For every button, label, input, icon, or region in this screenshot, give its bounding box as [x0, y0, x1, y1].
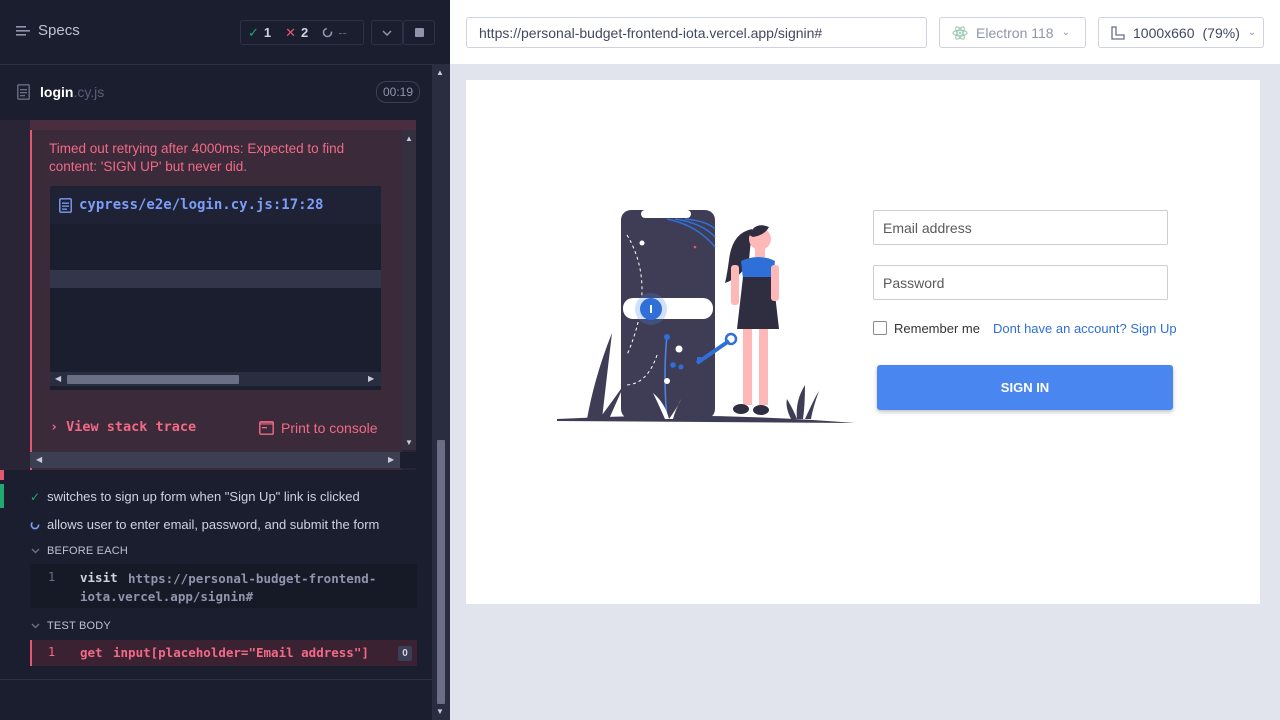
- view-stack-trace-button[interactable]: › View stack trace: [50, 419, 196, 435]
- viewport-zoom: (79%): [1202, 24, 1240, 41]
- spec-file-row[interactable]: login.cy.js 00:19: [0, 66, 432, 120]
- stat-passed: ✓ 1: [241, 25, 278, 41]
- reporter-header: Specs ✓ 1 ✕ 2 --: [0, 0, 435, 65]
- electron-icon: [952, 25, 968, 40]
- code-frame: cypress/e2e/login.cy.js:17:28 15 | it('d…: [50, 186, 381, 390]
- failed-count: 2: [301, 25, 309, 40]
- remember-me-label: Remember me: [894, 321, 980, 336]
- scroll-up-icon[interactable]: ▲: [436, 68, 444, 77]
- console-icon: [259, 421, 274, 435]
- scroll-right-icon[interactable]: ▶: [388, 453, 394, 467]
- test-title: switches to sign up form when "Sign Up" …: [47, 489, 360, 504]
- chevron-down-icon: [31, 548, 40, 554]
- command-argument: https://personal-budget-frontend-iota.ve…: [80, 571, 377, 604]
- code-line: | ^: [50, 288, 381, 306]
- chevron-down-icon: [31, 623, 40, 629]
- scrollbar-thumb[interactable]: [67, 375, 239, 384]
- check-icon: ✓: [30, 489, 41, 504]
- url-bar[interactable]: https://personal-budget-frontend-iota.ve…: [466, 17, 927, 48]
- viewport-size: 1000x660: [1133, 24, 1195, 41]
- command-number: 1: [48, 570, 56, 584]
- spec-name: login.cy.js: [40, 84, 104, 100]
- code-horizontal-scrollbar[interactable]: ◀ ▶: [50, 372, 381, 386]
- element-count-badge: 0: [398, 646, 412, 661]
- print-to-console-button[interactable]: Print to console: [259, 420, 378, 436]
- chevron-down-icon: ⌄: [1247, 27, 1257, 38]
- email-field[interactable]: Email address: [873, 210, 1168, 245]
- command-argument: input[placeholder="Email address"]: [113, 645, 369, 660]
- scroll-left-icon[interactable]: ◀: [36, 453, 42, 467]
- remember-me-checkbox[interactable]: [873, 321, 887, 335]
- code-line: 19 | });: [50, 324, 381, 342]
- test-title: allows user to enter email, password, an…: [47, 517, 380, 532]
- chevron-right-icon: ›: [50, 419, 59, 435]
- scroll-left-icon[interactable]: ◀: [55, 372, 61, 386]
- scroll-down-icon[interactable]: ▼: [436, 707, 444, 716]
- login-illustration: [557, 210, 855, 423]
- menu-icon: [16, 25, 30, 36]
- code-file-link[interactable]: cypress/e2e/login.cy.js:17:28: [79, 197, 323, 213]
- test-item-passed[interactable]: ✓ switches to sign up form when "Sign Up…: [30, 489, 360, 504]
- running-icon: [30, 520, 40, 529]
- stat-pending: --: [315, 25, 354, 40]
- hook-label: BEFORE EACH: [47, 545, 129, 557]
- scrollbar-thumb[interactable]: [437, 440, 445, 704]
- error-message: Timed out retrying after 4000ms: Expecte…: [49, 141, 345, 174]
- hook-label: TEST BODY: [47, 620, 111, 632]
- print-to-console-label: Print to console: [281, 420, 378, 436]
- document-icon: [17, 84, 30, 100]
- divider: [0, 679, 432, 680]
- browser-selector[interactable]: Electron 118 ⌄: [939, 17, 1086, 48]
- code-line-error: > 17 | cy.contains('SIGN UP').should('be…: [50, 270, 381, 288]
- test-stats: ✓ 1 ✕ 2 --: [240, 20, 364, 45]
- chevron-down-icon: ⌄: [1061, 27, 1070, 38]
- stop-button[interactable]: [403, 20, 435, 45]
- code-line: 18 | cy.contains('Already have an accoun…: [50, 306, 381, 324]
- code-frame-file[interactable]: cypress/e2e/login.cy.js:17:28: [50, 186, 381, 224]
- code-lines: 15 | it('displays login form by default'…: [50, 234, 381, 360]
- specs-label: Specs: [38, 22, 80, 39]
- stat-failed: ✕ 2: [278, 25, 315, 41]
- viewport-selector[interactable]: 1000x660 (79%) ⌄: [1098, 17, 1264, 48]
- stop-icon: [414, 28, 424, 37]
- spec-duration-badge: 00:19: [376, 81, 421, 103]
- reporter-panel: Specs ✓ 1 ✕ 2 -- login.cy.js 00:19 Timed…: [0, 0, 450, 720]
- spec-filename: login: [40, 84, 74, 100]
- passed-count: 1: [263, 25, 272, 40]
- x-icon: ✕: [285, 24, 297, 40]
- scroll-down-icon[interactable]: ▼: [405, 436, 413, 450]
- signin-button[interactable]: SIGN IN: [877, 365, 1173, 410]
- ruler-icon: [1111, 25, 1125, 40]
- error-vertical-scrollbar[interactable]: ▲ ▼: [402, 130, 416, 450]
- check-icon: ✓: [248, 24, 259, 40]
- code-line: 20 |: [50, 342, 381, 360]
- signup-link[interactable]: Dont have an account? Sign Up: [993, 321, 1177, 336]
- specs-toggle[interactable]: Specs: [16, 22, 80, 39]
- command-name: get: [80, 645, 103, 660]
- command-number: 1: [48, 645, 56, 659]
- pending-icon: [322, 27, 333, 38]
- error-horizontal-scrollbar[interactable]: ◀ ▶: [30, 452, 400, 468]
- before-each-hook[interactable]: BEFORE EACH: [31, 545, 128, 557]
- password-field[interactable]: Password: [873, 265, 1168, 300]
- browser-name: Electron 118: [976, 24, 1054, 41]
- passed-test-indicator: [0, 484, 4, 508]
- document-icon: [59, 197, 72, 213]
- scrollbar-corner: [400, 452, 416, 468]
- collapse-all-button[interactable]: [371, 20, 403, 45]
- error-panel-top: [30, 120, 416, 130]
- view-stack-trace-label: View stack trace: [66, 419, 197, 435]
- code-line: 16 | cy.contains('SIGN IN').should('be.v…: [50, 252, 381, 270]
- code-line: 15 | it('displays login form by default'…: [50, 234, 381, 252]
- chevron-down-icon: [382, 29, 392, 36]
- test-item-running[interactable]: allows user to enter email, password, an…: [30, 517, 379, 532]
- scroll-up-icon[interactable]: ▲: [405, 132, 413, 146]
- test-body-hook[interactable]: TEST BODY: [31, 620, 111, 632]
- scroll-right-icon[interactable]: ▶: [368, 372, 374, 386]
- spec-extension: .cy.js: [73, 84, 105, 100]
- pending-count: --: [338, 25, 347, 40]
